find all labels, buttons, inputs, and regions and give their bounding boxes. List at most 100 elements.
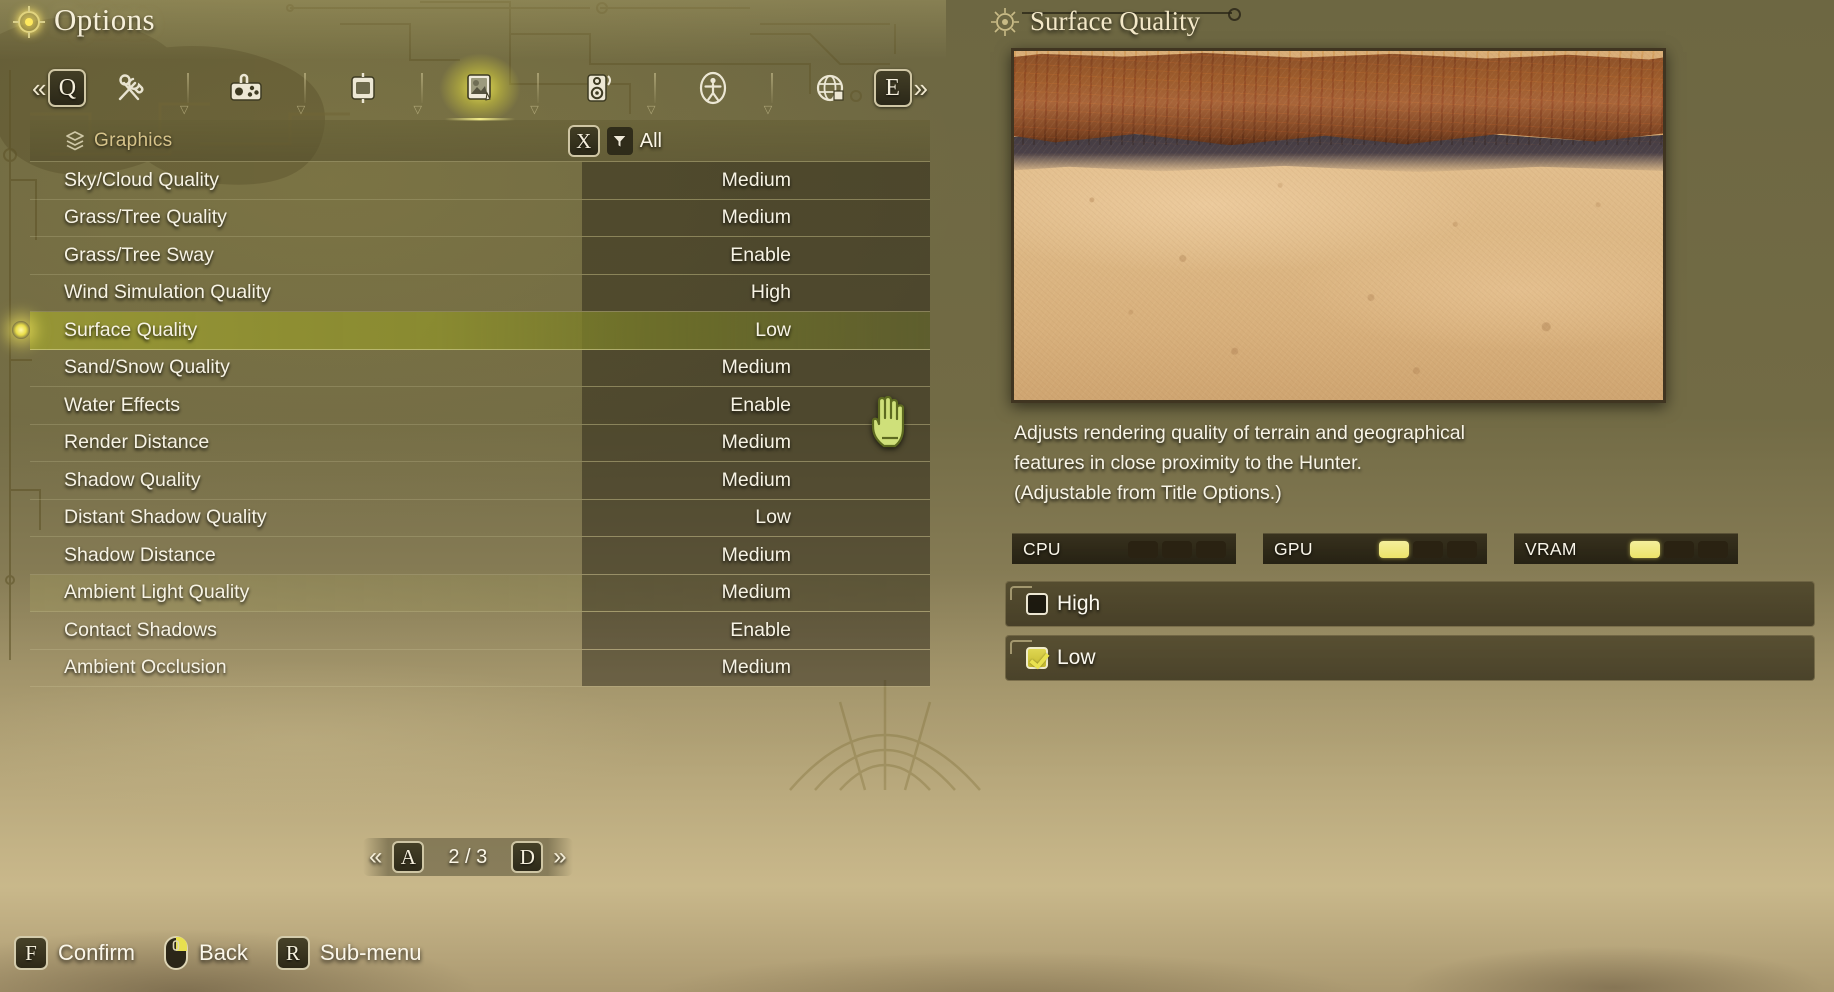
checkbox-unchecked-icon[interactable]	[1026, 593, 1048, 615]
detail-description: Adjusts rendering quality of terrain and…	[1014, 418, 1754, 508]
description-line: features in close proximity to the Hunte…	[1014, 452, 1362, 474]
setting-row[interactable]: Ambient Light Quality Medium	[30, 574, 930, 612]
option-choice[interactable]: High	[1005, 581, 1815, 627]
setting-name: Shadow Quality	[64, 468, 201, 491]
tools-icon	[118, 74, 144, 101]
performance-meter-label: VRAM	[1525, 538, 1577, 559]
page-indicator: 2 / 3	[448, 845, 488, 868]
preview-grain	[1014, 51, 1663, 400]
setting-name: Wind Simulation Quality	[64, 281, 271, 304]
tab-separator	[764, 73, 773, 116]
page-navigation: « A 2 / 3 D »	[363, 838, 573, 876]
tab-bar: « Q ▽ ▽ ▽ ▽ ▽ ▽ E »	[30, 53, 930, 123]
setting-row[interactable]: Shadow Quality Medium	[30, 462, 930, 500]
checkbox-checked-icon[interactable]	[1026, 647, 1048, 669]
page-next-key[interactable]: D	[511, 841, 544, 873]
description-line: Adjusts rendering quality of terrain and…	[1014, 422, 1465, 444]
performance-meter: VRAM	[1514, 533, 1738, 564]
options-screen: Options « Q ▽ ▽ ▽ ▽ ▽ ▽ E » Graphics X A…	[0, 0, 1834, 992]
page-title: Options	[54, 2, 155, 37]
setting-name: Sky/Cloud Quality	[64, 168, 219, 191]
image-icon	[467, 74, 491, 101]
tab-prev-arrow[interactable]: «	[30, 75, 48, 101]
footer-back[interactable]: Back	[163, 935, 248, 971]
option-choice[interactable]: Low	[1005, 635, 1815, 681]
setting-row[interactable]: Contact Shadows Enable	[30, 612, 930, 650]
setting-value[interactable]: Enable	[730, 619, 791, 642]
compass-emblem-icon	[991, 7, 1019, 36]
setting-row[interactable]: Render Distance Medium	[30, 424, 930, 462]
setting-row[interactable]: Surface Quality Low	[30, 312, 930, 350]
tab-separator	[414, 73, 423, 116]
setting-value[interactable]: Medium	[722, 169, 791, 192]
detail-panel: Surface Quality Adjusts rendering qualit…	[952, 0, 1834, 760]
footer-submenu[interactable]: R Sub-menu	[275, 936, 422, 970]
setting-value[interactable]: Medium	[722, 206, 791, 229]
tab-audio[interactable]	[568, 65, 626, 111]
filter-label: All	[639, 129, 662, 152]
footer-confirm[interactable]: F Confirm	[14, 936, 135, 970]
meter-segment-filled	[1379, 540, 1409, 558]
key-f[interactable]: F	[14, 936, 48, 970]
setting-row[interactable]: Grass/Tree Quality Medium	[30, 199, 930, 237]
tab-controls[interactable]	[217, 65, 275, 111]
tab-next-arrow[interactable]: »	[912, 75, 930, 101]
tab-display[interactable]	[334, 65, 392, 111]
setting-value[interactable]: Medium	[722, 656, 791, 679]
meter-segment-empty	[1447, 540, 1477, 558]
tab-prev-key[interactable]: Q	[48, 69, 87, 107]
setting-name: Grass/Tree Sway	[64, 243, 214, 266]
setting-value[interactable]: High	[751, 281, 791, 304]
filter-group: X All	[567, 125, 662, 157]
setting-row[interactable]: Sand/Snow Quality Medium	[30, 349, 930, 387]
setting-value[interactable]: Enable	[730, 244, 791, 267]
page-next-arrow[interactable]: »	[553, 843, 566, 871]
setting-value[interactable]: Medium	[722, 581, 791, 604]
gamepad-icon	[230, 73, 263, 101]
page-title-group: Options	[13, 2, 155, 38]
setting-row[interactable]: Ambient Occlusion Medium	[30, 649, 930, 687]
footer-confirm-label: Confirm	[58, 940, 136, 965]
setting-name: Render Distance	[64, 431, 210, 454]
setting-row[interactable]: Distant Shadow Quality Low	[30, 499, 930, 537]
setting-name: Grass/Tree Quality	[64, 206, 227, 229]
filter-icon-chip[interactable]	[606, 127, 633, 155]
setting-name: Sand/Snow Quality	[64, 356, 230, 379]
tab-general[interactable]	[101, 65, 159, 111]
category-label: Graphics	[94, 129, 173, 151]
mouse-right-click-icon	[164, 936, 189, 970]
tab-language[interactable]	[801, 65, 859, 111]
tab-accessibility[interactable]	[684, 65, 742, 111]
setting-row[interactable]: Grass/Tree Sway Enable	[30, 237, 930, 275]
setting-value[interactable]: Medium	[722, 356, 791, 379]
layers-icon	[66, 130, 84, 150]
sun-emblem-icon	[13, 6, 45, 38]
setting-row[interactable]: Wind Simulation Quality High	[30, 274, 930, 312]
setting-value[interactable]: Medium	[722, 544, 791, 567]
setting-name: Water Effects	[64, 393, 180, 416]
setting-value[interactable]: Low	[755, 319, 791, 342]
tab-graphics[interactable]	[438, 53, 521, 123]
setting-value[interactable]: Medium	[722, 431, 791, 454]
performance-meter: CPU	[1012, 533, 1236, 564]
setting-row[interactable]: Water Effects Enable	[30, 387, 930, 425]
setting-value[interactable]: Enable	[730, 394, 791, 417]
tab-next-key[interactable]: E	[873, 69, 912, 107]
tab-separator	[297, 73, 306, 116]
setting-value[interactable]: Low	[755, 506, 791, 529]
footer-submenu-label: Sub-menu	[319, 940, 422, 965]
setting-row[interactable]: Shadow Distance Medium	[30, 537, 930, 575]
key-r[interactable]: R	[275, 936, 310, 970]
tab-items	[86, 53, 873, 123]
page-prev-arrow[interactable]: «	[369, 843, 382, 871]
setting-name: Ambient Occlusion	[64, 656, 227, 679]
close-key[interactable]: X	[567, 125, 600, 157]
setting-row[interactable]: Sky/Cloud Quality Medium	[30, 162, 930, 200]
detail-title-group: Surface Quality	[990, 6, 1200, 37]
meter-segment-empty	[1698, 540, 1728, 558]
performance-meter-segments	[1630, 540, 1728, 558]
page-prev-key[interactable]: A	[392, 841, 425, 873]
setting-value[interactable]: Medium	[722, 469, 791, 492]
detail-title: Surface Quality	[1030, 6, 1201, 36]
tab-separator	[647, 73, 657, 116]
